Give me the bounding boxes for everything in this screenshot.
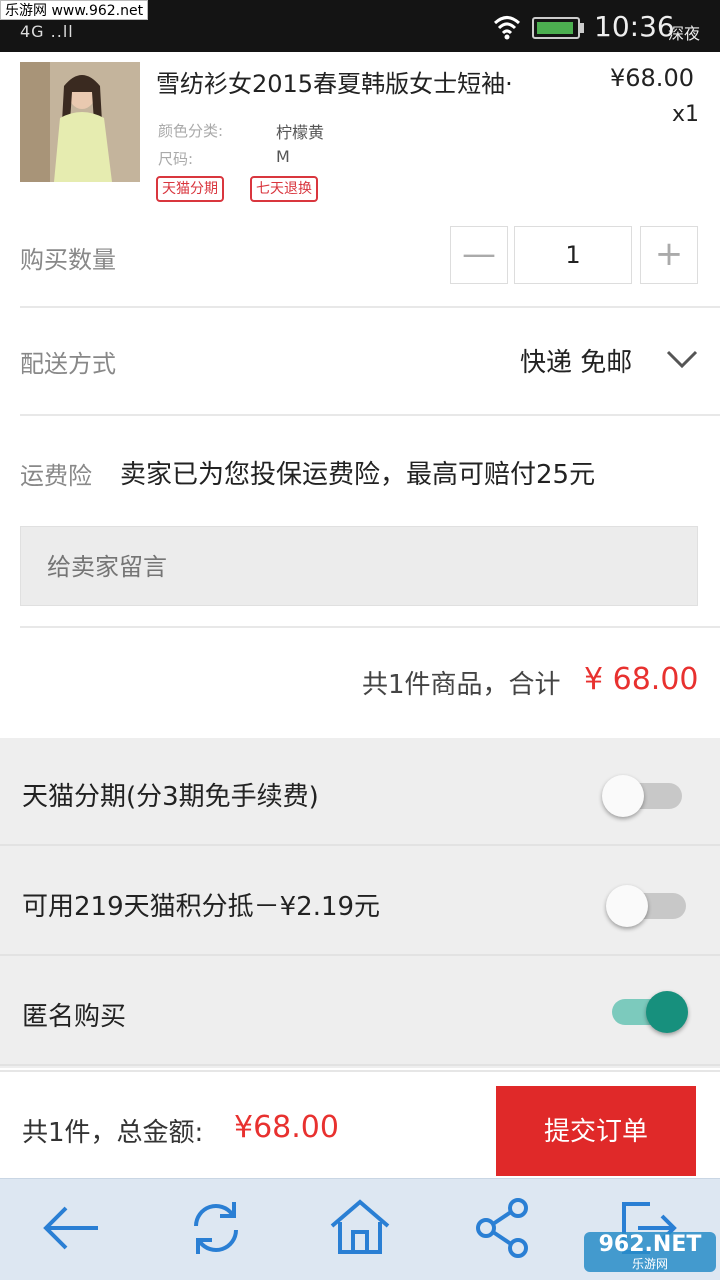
back-arrow-icon[interactable]	[40, 1196, 104, 1260]
quantity-input[interactable]: 1	[514, 226, 632, 284]
clock-suffix: 深夜	[668, 24, 701, 43]
battery-icon	[532, 17, 580, 39]
attr-label-color: 颜色分类:	[158, 122, 224, 140]
refresh-icon[interactable]	[184, 1196, 248, 1260]
shipping-value[interactable]: 快递 免邮	[520, 342, 632, 379]
attr-value-color: 柠檬黄	[276, 123, 325, 142]
attr-label-size: 尺码:	[158, 150, 194, 168]
product-title[interactable]: 雪纺衫女2015春夏韩版女士短袖·	[156, 64, 586, 99]
battery-tip	[580, 23, 584, 33]
chevron-down-icon[interactable]	[664, 344, 700, 374]
seller-message-field[interactable]	[20, 526, 698, 606]
watermark-top: 乐游网 www.962.net	[0, 0, 149, 20]
share-icon[interactable]	[472, 1196, 536, 1260]
tag-return: 七天退换	[250, 176, 318, 202]
divider	[20, 414, 720, 416]
product-image[interactable]	[20, 62, 140, 182]
toggle-anonymous[interactable]	[612, 990, 692, 1034]
insurance-label: 运费险	[20, 462, 92, 490]
increase-button[interactable]: +	[640, 226, 698, 284]
attr-value-size: M	[276, 147, 290, 166]
clock: 10:36	[594, 10, 675, 43]
signal-indicator: 4G ..ll	[20, 22, 74, 41]
total-amount: ¥68.00	[234, 1110, 339, 1145]
submit-order-button[interactable]: 提交订单	[496, 1086, 696, 1176]
decrease-button[interactable]: —	[450, 226, 508, 284]
insurance-text: 卖家已为您投保运费险，最高可赔付25元	[120, 460, 596, 490]
product-quantity: x1	[672, 102, 700, 127]
total-label: 共1件，总金额:	[22, 1118, 204, 1148]
toggle-installment[interactable]	[602, 774, 682, 818]
quantity-label: 购买数量	[20, 246, 116, 274]
toggle-points[interactable]	[606, 884, 686, 928]
divider	[20, 306, 720, 308]
summary-amount: ¥ 68.00	[584, 662, 699, 697]
option-label-points: 可用219天猫积分抵－¥2.19元	[22, 892, 381, 922]
divider	[20, 626, 720, 628]
home-icon[interactable]	[328, 1196, 392, 1260]
watermark-bottom: 962.NET 乐游网	[584, 1232, 716, 1272]
option-label-anonymous: 匿名购买	[22, 1002, 127, 1032]
shipping-label: 配送方式	[20, 350, 116, 378]
summary-text: 共1件商品，合计	[362, 670, 561, 700]
product-price: ¥68.00	[610, 64, 694, 92]
wifi-icon	[493, 16, 521, 40]
tag-installment: 天猫分期	[156, 176, 224, 202]
option-label-installment: 天猫分期(分3期免手续费)	[22, 782, 319, 812]
